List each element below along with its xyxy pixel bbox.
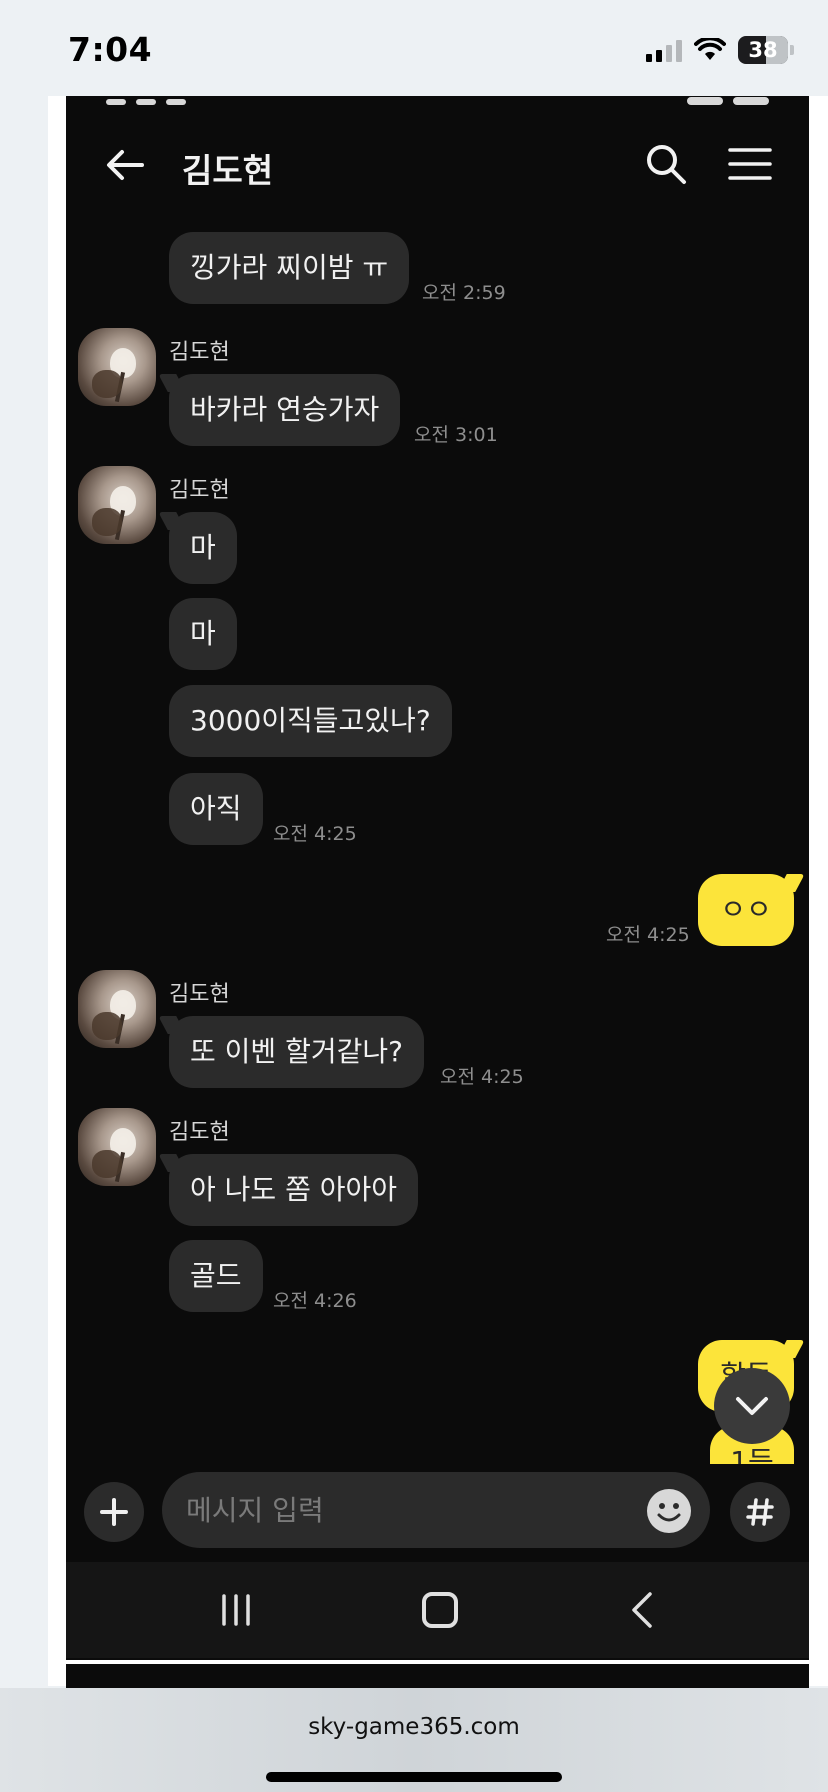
cropped-status-right bbox=[639, 96, 769, 105]
back-arrow-icon[interactable] bbox=[102, 142, 148, 188]
ios-status-bar: 7:04 38 bbox=[0, 0, 828, 96]
message-bubble[interactable]: 마 bbox=[169, 598, 237, 670]
message-bubble[interactable]: 바카라 연승가자 bbox=[169, 374, 401, 446]
hashtag-button[interactable] bbox=[730, 1482, 790, 1542]
status-time: 7:04 bbox=[68, 30, 153, 69]
sender-name: 김도현 bbox=[169, 1120, 230, 1145]
cropped-status-left bbox=[106, 96, 266, 105]
message-time: 오전 4:25 bbox=[606, 924, 690, 946]
battery-level: 38 bbox=[748, 38, 778, 62]
url-label[interactable]: sky-game365.com bbox=[0, 1714, 828, 1740]
battery-icon: 38 bbox=[738, 36, 788, 64]
home-icon[interactable] bbox=[422, 1592, 458, 1628]
avatar[interactable] bbox=[78, 328, 156, 406]
sender-name: 김도현 bbox=[169, 478, 230, 503]
hash-icon bbox=[746, 1498, 774, 1526]
message-bubble[interactable]: 아직 bbox=[169, 773, 263, 845]
chat-title: 김도현 bbox=[182, 151, 274, 190]
message-bubble[interactable]: 골드 bbox=[169, 1240, 263, 1312]
message-bubble[interactable]: 낑가라 찌이밤 ㅠ bbox=[169, 232, 410, 304]
message-time: 오전 2:59 bbox=[422, 282, 506, 304]
sender-name: 김도현 bbox=[169, 340, 230, 365]
android-nav-bar bbox=[66, 1562, 809, 1658]
message-bubble[interactable]: 또 이벤 할거같나? bbox=[169, 1016, 424, 1088]
avatar[interactable] bbox=[78, 970, 156, 1048]
message-time: 오전 4:26 bbox=[273, 1290, 357, 1312]
chat-screen: 김도현 낑가라 찌이밤 ㅠ 오전 2:59 김도현 바카라 연승가자 오전 3:… bbox=[66, 96, 809, 1660]
chat-header: 김도현 bbox=[66, 126, 809, 206]
browser-bottom-bar: sky-game365.com bbox=[0, 1688, 828, 1792]
message-time: 오전 4:25 bbox=[440, 1066, 524, 1088]
wifi-icon bbox=[694, 38, 726, 60]
message-bubble[interactable]: 3000이직들고있나? bbox=[169, 685, 452, 757]
message-bubble[interactable]: 아 나도 쫌 아아아 bbox=[169, 1154, 419, 1226]
sender-name: 김도현 bbox=[169, 982, 230, 1007]
menu-icon[interactable] bbox=[728, 144, 772, 184]
emoji-icon[interactable] bbox=[646, 1488, 692, 1534]
next-screenshot-edge bbox=[66, 1664, 809, 1690]
scroll-to-bottom-button[interactable] bbox=[714, 1368, 790, 1444]
message-bubble[interactable]: 마 bbox=[169, 512, 237, 584]
my-message-bubble[interactable]: ㅇㅇ bbox=[698, 874, 794, 946]
search-icon[interactable] bbox=[644, 142, 688, 186]
chevron-down-icon bbox=[736, 1397, 768, 1415]
message-time: 오전 4:25 bbox=[273, 823, 357, 845]
message-time: 오전 3:01 bbox=[414, 424, 498, 446]
home-indicator[interactable] bbox=[266, 1772, 562, 1782]
avatar[interactable] bbox=[78, 466, 156, 544]
attach-button[interactable] bbox=[84, 1482, 144, 1542]
avatar[interactable] bbox=[78, 1108, 156, 1186]
message-input-bar bbox=[66, 1464, 809, 1558]
nav-back-icon[interactable] bbox=[624, 1590, 664, 1630]
recent-apps-icon[interactable] bbox=[216, 1592, 256, 1628]
status-icons: 38 bbox=[646, 34, 794, 66]
plus-icon bbox=[100, 1498, 128, 1526]
cellular-signal-icon bbox=[646, 38, 682, 62]
message-input[interactable] bbox=[162, 1472, 710, 1548]
